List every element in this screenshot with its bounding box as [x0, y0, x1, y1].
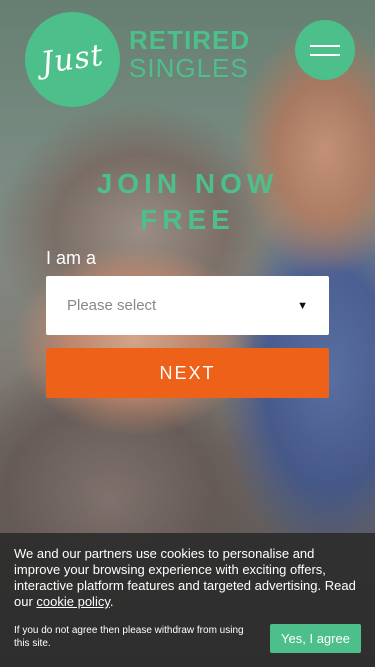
brand-line1: RETIRED: [129, 25, 251, 55]
select-placeholder: Please select: [67, 297, 157, 314]
cookie-banner: We and our partners use cookies to perso…: [0, 533, 375, 667]
gender-select[interactable]: Please select ▼: [46, 276, 329, 335]
accept-cookies-button[interactable]: Yes, I agree: [270, 624, 361, 653]
cookie-text-end: .: [109, 594, 114, 609]
hamburger-icon: [310, 53, 340, 56]
logo-script: Just: [38, 37, 107, 82]
menu-button[interactable]: [295, 20, 355, 80]
brand-line2: SINGLES: [129, 53, 249, 83]
next-button[interactable]: NEXT: [46, 348, 329, 398]
cookie-disclaimer: If you do not agree then please withdraw…: [14, 625, 244, 649]
cookie-policy-link[interactable]: cookie policy: [36, 594, 109, 609]
brand-name[interactable]: RETIRED SINGLES: [129, 26, 250, 82]
headline-line1: JOIN NOW: [96, 168, 279, 199]
headline-line2: FREE: [140, 204, 235, 235]
logo[interactable]: Just: [25, 12, 120, 107]
cookie-text: We and our partners use cookies to perso…: [14, 546, 361, 610]
dropdown-arrow-icon: ▼: [297, 299, 308, 312]
gender-label: I am a: [46, 248, 97, 268]
hamburger-icon: [310, 44, 340, 47]
signup-headline: JOIN NOW FREE: [0, 166, 375, 238]
